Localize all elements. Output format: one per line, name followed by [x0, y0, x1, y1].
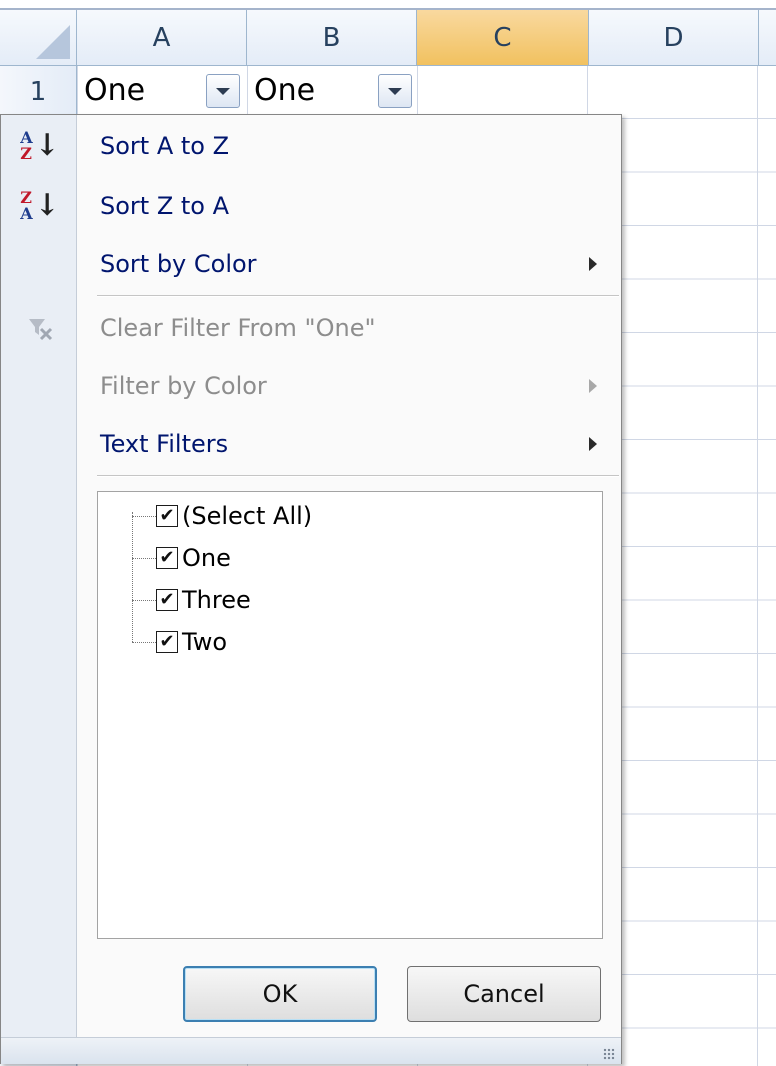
- list-item-three[interactable]: ✔ Three: [132, 580, 251, 620]
- list-item-label: Two: [182, 628, 227, 656]
- text-filters-label: Text Filters: [100, 430, 229, 458]
- submenu-arrow-icon: [589, 437, 597, 451]
- filter-by-color-label: Filter by Color: [100, 372, 267, 400]
- checkbox-two[interactable]: ✔: [156, 631, 178, 653]
- sort-az-icon: AZ ↓: [20, 128, 60, 163]
- chevron-down-icon: [216, 87, 230, 95]
- list-item-two[interactable]: ✔ Two: [132, 622, 227, 662]
- menu-item-sort-by-color[interactable]: Sort by Color: [77, 235, 617, 293]
- column-header-a[interactable]: A: [77, 10, 247, 65]
- filter-dropdown-button-b[interactable]: [378, 74, 412, 108]
- menu-item-clear-filter: Clear Filter From "One": [77, 299, 617, 357]
- cancel-button[interactable]: Cancel: [407, 966, 601, 1022]
- checkbox-one[interactable]: ✔: [156, 547, 178, 569]
- sort-a-to-z-label: Sort A to Z: [100, 132, 230, 160]
- clear-filter-icon: [7, 299, 73, 357]
- column-header-c[interactable]: C: [417, 10, 589, 65]
- menu-item-filter-by-color: Filter by Color: [77, 357, 617, 415]
- checkbox-select-all[interactable]: ✔: [156, 505, 178, 527]
- list-item-label: Three: [182, 586, 251, 614]
- list-item-one[interactable]: ✔ One: [132, 538, 231, 578]
- submenu-arrow-icon: [589, 257, 597, 271]
- list-item-label: (Select All): [182, 502, 313, 530]
- filter-dropdown-button-a[interactable]: [206, 74, 240, 108]
- submenu-arrow-icon: [589, 379, 597, 393]
- cell-b1[interactable]: One: [254, 73, 315, 108]
- menu-icon-gutter: [1, 115, 77, 1037]
- cell-a1[interactable]: One: [84, 73, 145, 108]
- sort-z-to-a-label: Sort Z to A: [100, 192, 230, 220]
- column-header-b[interactable]: B: [247, 10, 417, 65]
- clear-filter-label: Clear Filter From "One": [100, 314, 376, 342]
- list-item-select-all[interactable]: ✔ (Select All): [132, 496, 312, 536]
- menu-item-sort-z-to-a[interactable]: Sort Z to A: [77, 177, 617, 235]
- sort-za-icon: ZA ↓: [20, 188, 60, 223]
- menu-item-text-filters[interactable]: Text Filters: [77, 415, 617, 473]
- autofilter-menu: AZ ↓ Sort A to Z ZA ↓ Sort Z to A Sort b…: [0, 114, 622, 1064]
- filter-value-list[interactable]: ✔ (Select All) ✔ One ✔ Three ✔ Two: [97, 491, 603, 939]
- sort-by-color-label: Sort by Color: [100, 250, 257, 278]
- resize-grip-icon[interactable]: [603, 1048, 615, 1060]
- column-header-row: A B C D: [0, 8, 776, 66]
- ok-button[interactable]: OK: [183, 966, 377, 1022]
- checkbox-three[interactable]: ✔: [156, 589, 178, 611]
- menu-item-sort-a-to-z[interactable]: Sort A to Z: [77, 117, 617, 175]
- menu-separator: [97, 475, 619, 477]
- row-header-1[interactable]: 1: [0, 66, 76, 118]
- select-all-corner[interactable]: [0, 10, 77, 65]
- list-item-label: One: [182, 544, 231, 572]
- chevron-down-icon: [388, 87, 402, 95]
- column-header-d[interactable]: D: [589, 10, 759, 65]
- menu-separator: [97, 295, 619, 297]
- menu-resize-bar: [1, 1037, 621, 1064]
